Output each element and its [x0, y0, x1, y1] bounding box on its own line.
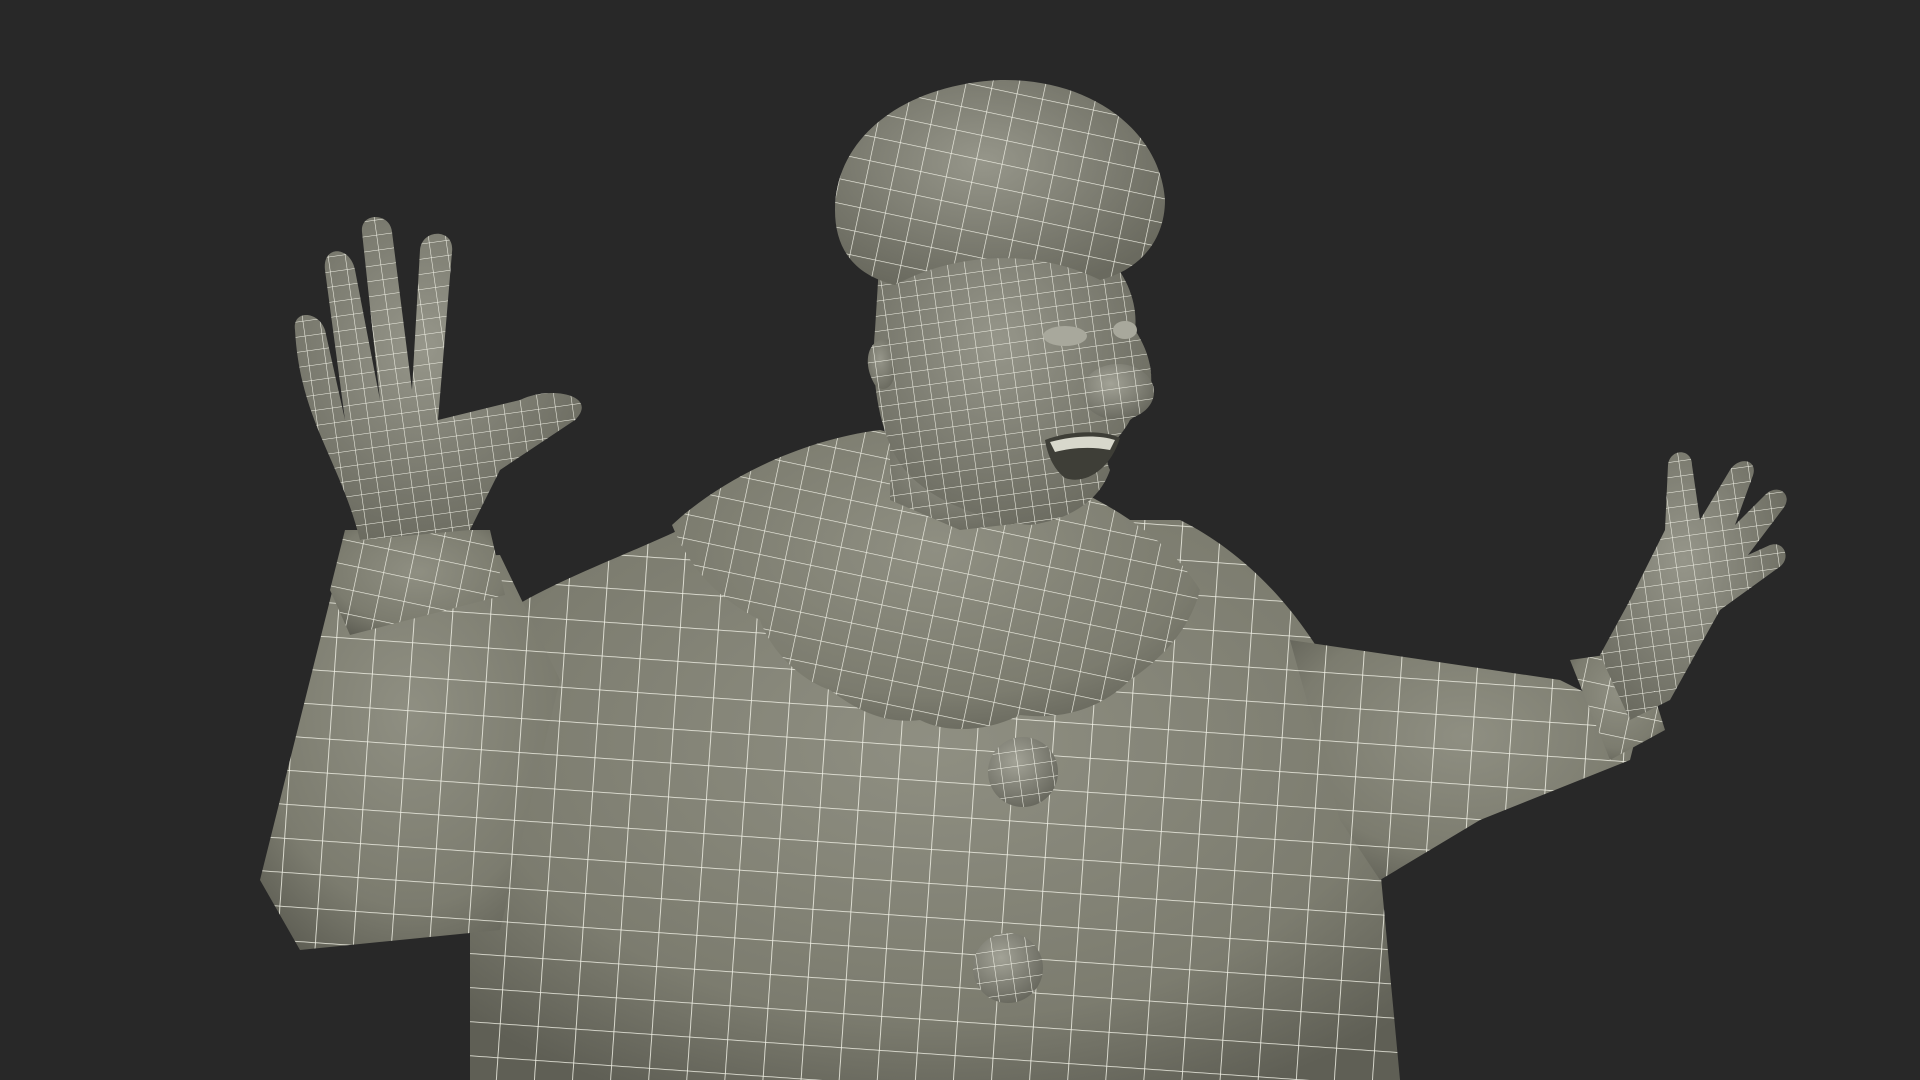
pompom-button-upper — [988, 737, 1058, 807]
right-eye-icon — [1113, 321, 1137, 339]
right-hand — [1600, 452, 1787, 720]
clown-cap — [835, 79, 1165, 285]
render-viewport — [260, 79, 1787, 1080]
left-eye-icon — [1043, 326, 1087, 346]
left-hand — [294, 217, 582, 540]
pompom-button-lower — [973, 933, 1043, 1003]
